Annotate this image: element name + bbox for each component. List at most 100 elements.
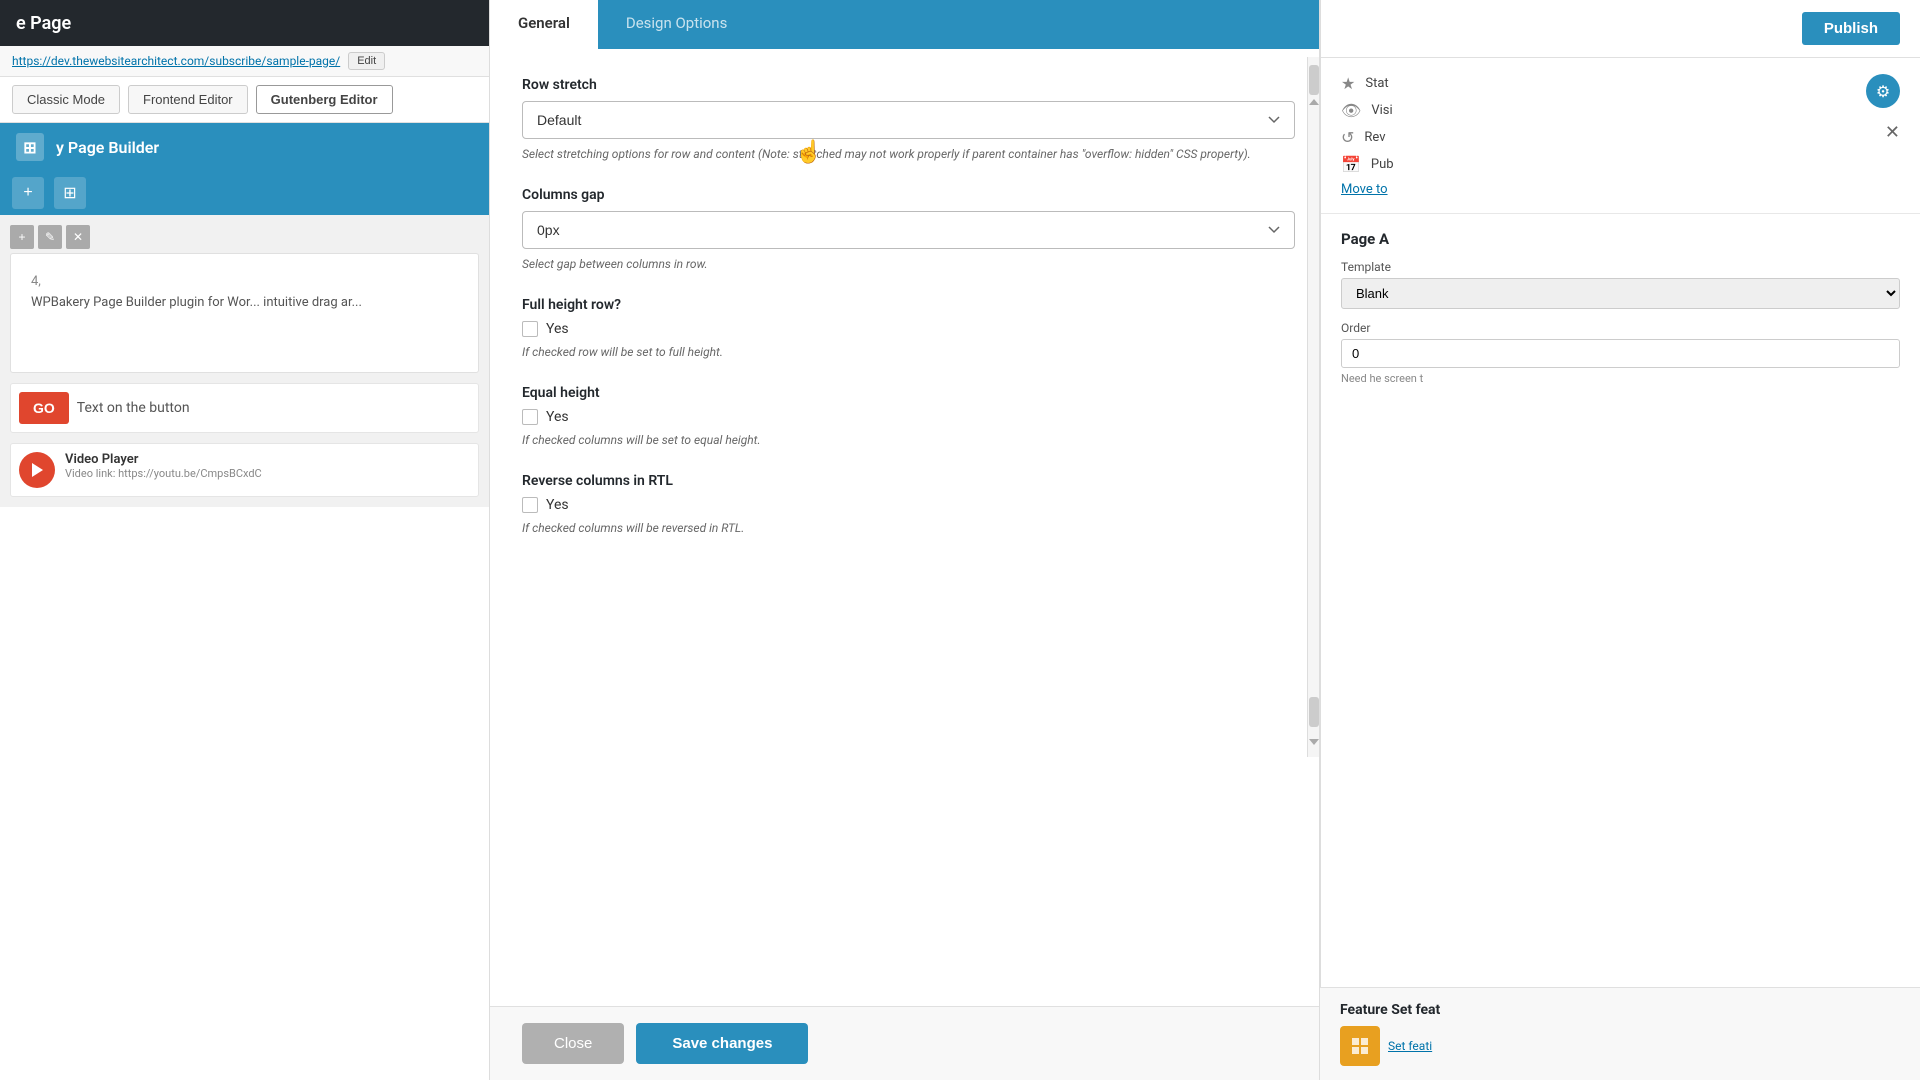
published-text: Pub [1371,157,1394,172]
full-height-checkbox-label: Yes [546,321,569,337]
classic-mode-button[interactable]: Classic Mode [12,85,120,114]
close-panel-icon[interactable]: ✕ [1885,122,1900,143]
publish-button[interactable]: Publish [1802,12,1900,45]
modal-content: Row stretch Default Select stretching op… [490,49,1319,1006]
revision-icon: ↺ [1341,128,1354,147]
modal-footer: Close Save changes [490,1006,1319,1080]
content-number: 4, [31,274,458,289]
gutenberg-editor-button[interactable]: Gutenberg Editor [256,85,393,114]
equal-height-checkbox-row: Yes [522,409,1295,425]
row-stretch-label: Row stretch [522,77,1295,93]
move-to-link[interactable]: Move to [1341,182,1900,197]
button-text-label: Text on the button [77,400,190,416]
visibility-text: Visi [1371,103,1392,118]
reverse-rtl-checkbox-label: Yes [546,497,569,513]
scroll-arrow-down[interactable] [1309,739,1319,745]
reverse-rtl-group: Reverse columns in RTL Yes If checked co… [522,473,1295,537]
feature-set-title: Feature Set feat [1340,1002,1900,1018]
pencil-icon-button[interactable]: ✎ [38,225,62,249]
page-title: e Page [16,13,71,34]
top-bar: e Page [0,0,489,46]
status-row: ★ Stat [1341,74,1900,93]
page-attributes-section: Page A Template Blank Order Need he scre… [1321,214,1920,413]
settings-gear-icon[interactable]: ⚙ [1866,74,1900,108]
columns-gap-group: Columns gap 0px Select gap between colum… [522,187,1295,273]
page-url: https://dev.thewebsitearchitect.com/subs… [12,54,340,68]
template-select[interactable]: Blank [1341,278,1900,309]
play-icon [19,452,55,488]
visibility-row: 👁 Visi [1341,101,1900,120]
revision-row: ↺ Rev [1341,128,1900,147]
equal-height-group: Equal height Yes If checked columns will… [522,385,1295,449]
frontend-editor-button[interactable]: Frontend Editor [128,85,248,114]
add-element-button[interactable]: + [10,225,34,249]
url-bar: https://dev.thewebsitearchitect.com/subs… [0,46,489,77]
status-icon: ★ [1341,74,1355,93]
order-label: Order [1341,321,1900,335]
builder-title: y Page Builder [56,138,159,157]
full-height-group: Full height row? Yes If checked row will… [522,297,1295,361]
add-row-button[interactable]: + [12,177,44,209]
full-height-checkbox[interactable] [522,321,538,337]
feature-icon-box [1340,1026,1380,1066]
tab-design-options[interactable]: Design Options [598,0,756,49]
tab-general[interactable]: General [490,0,598,49]
scroll-thumb-bottom [1309,697,1319,727]
right-panel: Publish ★ Stat 👁 Visi ↺ Rev 📅 Pub ⚙ ✕ Mo… [1320,0,1920,1080]
modal-tabs: General Design Options [490,0,1319,49]
reverse-rtl-label: Reverse columns in RTL [522,473,1295,489]
publish-bar: Publish [1321,0,1920,58]
close-row-button[interactable]: ✕ [66,225,90,249]
button-row-block: GO Text on the button [10,383,479,433]
row-controls: + ✎ ✕ [10,225,479,249]
full-height-checkbox-row: Yes [522,321,1295,337]
columns-gap-help: Select gap between columns in row. [522,255,1295,273]
template-label: Template [1341,260,1900,274]
feature-icon-grid: Set feati [1340,1026,1900,1066]
reverse-rtl-checkbox[interactable] [522,497,538,513]
revision-text: Rev [1364,130,1385,145]
video-info: Video Player Video link: https://youtu.b… [65,452,262,480]
reverse-rtl-help: If checked columns will be reversed in R… [522,519,1295,537]
video-url: Video link: https://youtu.be/CmpsBCxdC [65,467,262,480]
equal-height-checkbox[interactable] [522,409,538,425]
builder-toolbar: + ⊞ [0,171,489,215]
canvas-area: + ✎ ✕ 4, WPBakery Page Builder plugin fo… [0,215,489,507]
builder-header-icon: ⊞ [16,133,44,161]
scroll-arrow-up[interactable] [1309,99,1319,105]
scroll-thumb-top [1309,65,1319,95]
equal-height-help: If checked columns will be set to equal … [522,431,1295,449]
save-changes-button[interactable]: Save changes [636,1023,808,1064]
video-block: Video Player Video link: https://youtu.b… [10,443,479,497]
columns-gap-select[interactable]: 0px [522,211,1295,249]
columns-gap-label: Columns gap [522,187,1295,203]
visibility-icon: 👁 [1341,101,1361,120]
modal-scrollbar[interactable] [1307,57,1319,757]
full-height-help: If checked row will be set to full heigh… [522,343,1295,361]
reverse-rtl-checkbox-row: Yes [522,497,1295,513]
row-stretch-group: Row stretch Default Select stretching op… [522,77,1295,163]
full-height-label: Full height row? [522,297,1295,313]
help-text: Need he screen t [1341,372,1900,385]
published-row: 📅 Pub [1341,155,1900,174]
feature-set-section: Feature Set feat Set feati [1320,987,1920,1080]
content-block: 4, WPBakery Page Builder plugin for Wor.… [10,253,479,373]
left-panel: e Page https://dev.thewebsitearchitect.c… [0,0,490,1080]
status-text: Stat [1365,76,1388,91]
published-icon: 📅 [1341,155,1361,174]
order-input[interactable] [1341,339,1900,368]
row-stretch-select[interactable]: Default [522,101,1295,139]
status-section: ★ Stat 👁 Visi ↺ Rev 📅 Pub ⚙ ✕ Move to [1321,58,1920,214]
video-title: Video Player [65,452,262,467]
layout-button[interactable]: ⊞ [54,177,86,209]
equal-height-label: Equal height [522,385,1295,401]
go-button[interactable]: GO [19,392,69,424]
close-button[interactable]: Close [522,1023,624,1064]
page-attribs-title: Page A [1341,230,1900,248]
edit-button[interactable]: Edit [348,52,385,70]
builder-header: ⊞ y Page Builder [0,123,489,171]
content-description: WPBakery Page Builder plugin for Wor... … [31,295,458,310]
row-stretch-help: Select stretching options for row and co… [522,145,1295,163]
modal-overlay: General Design Options Row stretch Defau… [490,0,1320,1080]
set-feature-link[interactable]: Set feati [1388,1039,1432,1053]
